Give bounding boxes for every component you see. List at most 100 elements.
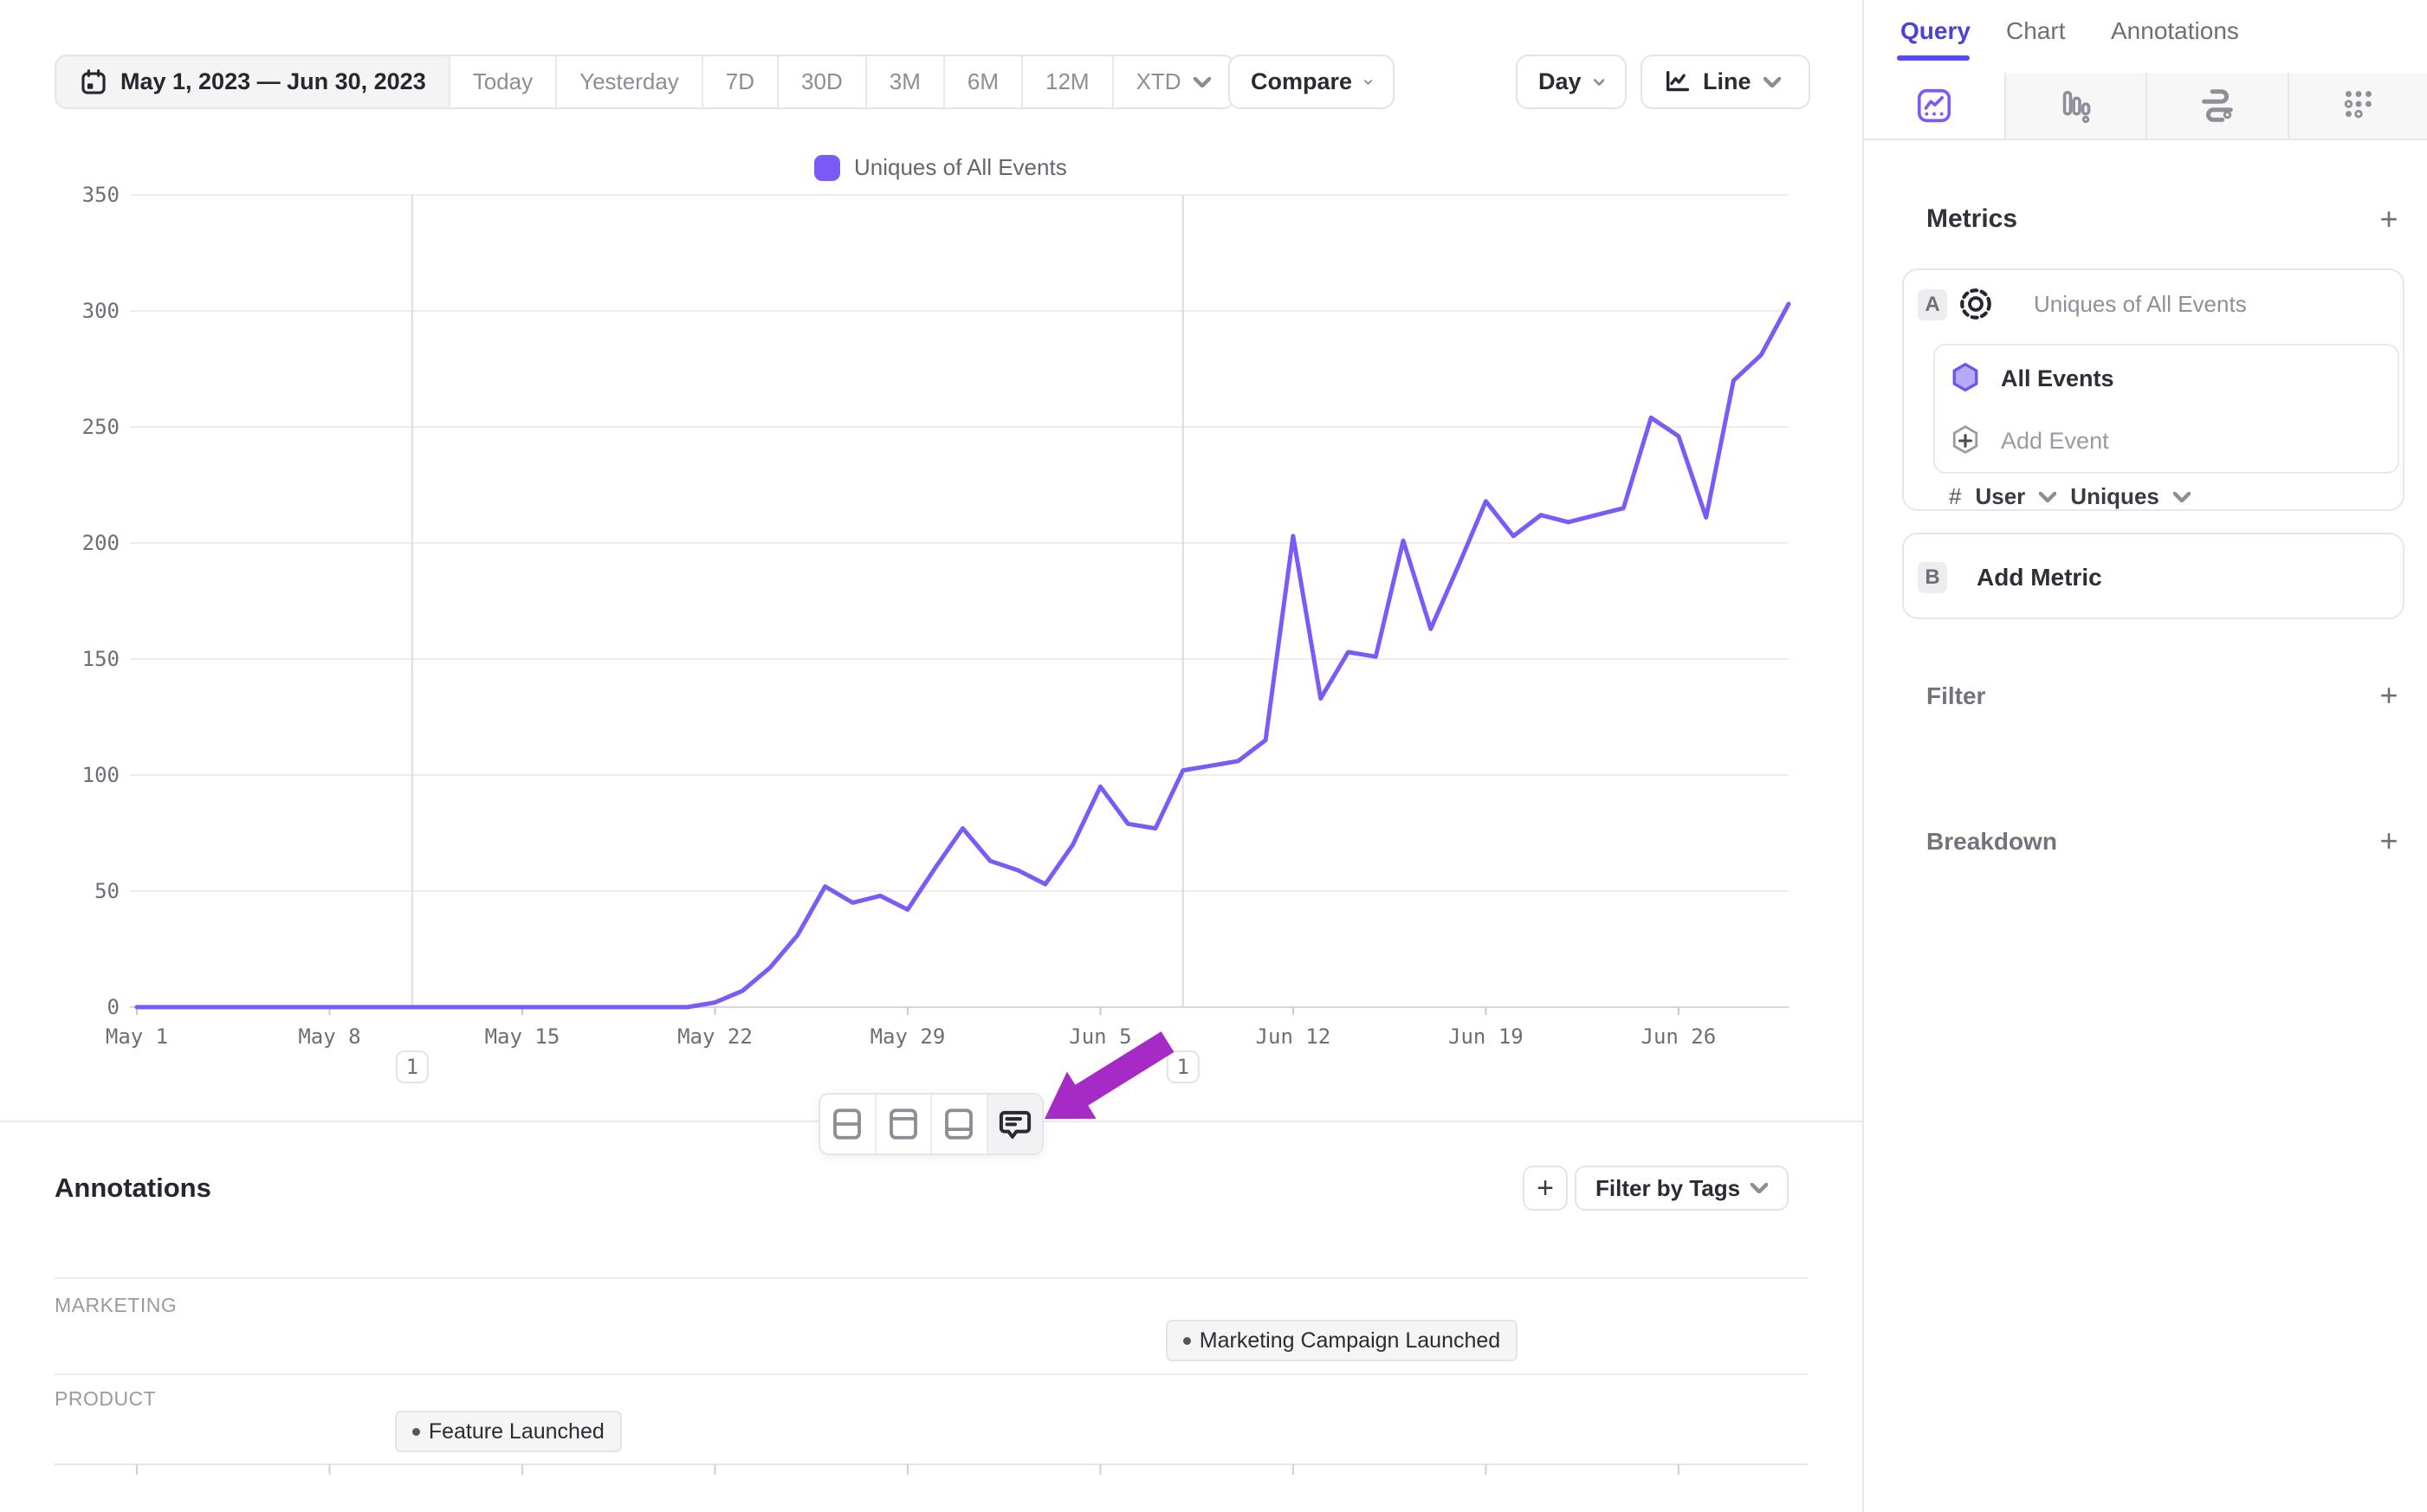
- date-range-control: May 1, 2023 — Jun 30, 2023 TodayYesterda…: [55, 55, 1235, 109]
- aggregation-dropdown[interactable]: Uniques: [2070, 483, 2159, 510]
- chart-legend[interactable]: Uniques of All Events: [814, 154, 1067, 181]
- svg-text:May 15: May 15: [485, 1024, 560, 1049]
- add-metric-label: Add Metric: [1977, 564, 2102, 591]
- event-list-card: All Events Add Event: [1933, 344, 2399, 474]
- metric-card-a[interactable]: A Uniques of All Events All Events: [1902, 268, 2404, 511]
- preset-yesterday[interactable]: Yesterday: [555, 56, 702, 107]
- legend-swatch: [814, 155, 840, 181]
- row-divider: [55, 1373, 1808, 1375]
- chevron-down-icon: [2039, 492, 2056, 502]
- chart-type-tab-scatter-chart[interactable]: [2288, 73, 2427, 139]
- insights-app: May 1, 2023 — Jun 30, 2023 TodayYesterda…: [0, 0, 2427, 1512]
- chevron-down-icon: [1751, 1183, 1768, 1193]
- annotation-dot: [1183, 1337, 1191, 1345]
- annotations-focus-icon: [941, 1106, 977, 1142]
- granularity-button[interactable]: Day: [1516, 55, 1627, 109]
- metrics-heading: Metrics: [1926, 204, 2017, 234]
- chevron-down-icon: [1594, 77, 1604, 87]
- preset-7d[interactable]: 7D: [702, 56, 777, 107]
- callout-arrow: [0, 0, 1862, 1512]
- calendar-icon: [79, 68, 108, 97]
- chart-type-tab-stacked-chart[interactable]: [2145, 73, 2288, 139]
- annotation-group-marketing: MARKETING: [55, 1294, 177, 1317]
- add-annotation-button[interactable]: +: [1523, 1166, 1568, 1211]
- count-symbol: #: [1949, 483, 1961, 510]
- line-chart-icon: [1663, 68, 1692, 97]
- breakdown-section-label: Breakdown: [1926, 828, 2057, 856]
- tab-query[interactable]: Query: [1900, 17, 1971, 45]
- svg-text:200: 200: [82, 531, 120, 555]
- svg-text:Jun 5: Jun 5: [1069, 1024, 1131, 1049]
- chevron-down-icon: [1764, 77, 1781, 87]
- metric-a-badge: A: [1918, 289, 1947, 320]
- metric-a-title: Uniques of All Events: [2034, 291, 2247, 318]
- preset-3m[interactable]: 3M: [865, 56, 943, 107]
- bar-chart-icon: [2055, 86, 2095, 126]
- series-line: [137, 304, 1789, 1007]
- preset-30d[interactable]: 30D: [777, 56, 865, 107]
- annotation-count-badge[interactable]: [1168, 1051, 1199, 1082]
- chevron-down-icon: [1194, 77, 1211, 87]
- annotations-focus-button[interactable]: [930, 1095, 987, 1153]
- split-view-icon: [829, 1106, 865, 1142]
- layout-toolbar: [819, 1093, 1044, 1155]
- legend-label: Uniques of All Events: [854, 154, 1067, 181]
- chart-focus-button[interactable]: [875, 1095, 931, 1153]
- add-filter-button[interactable]: +: [2372, 679, 2406, 714]
- chevron-down-icon: [1364, 77, 1372, 87]
- add-event-button[interactable]: Add Event: [1951, 422, 2109, 460]
- compare-button[interactable]: Compare: [1228, 55, 1395, 109]
- svg-text:May 22: May 22: [677, 1024, 753, 1049]
- event-hexagon-icon: [1951, 362, 1980, 395]
- annotation-dot: [412, 1428, 420, 1436]
- add-metric-plus-button[interactable]: +: [2372, 203, 2406, 237]
- tab-chart[interactable]: Chart: [2006, 17, 2065, 45]
- annotation-count-badge[interactable]: [397, 1051, 428, 1082]
- svg-text:350: 350: [82, 183, 120, 207]
- svg-text:150: 150: [82, 647, 120, 671]
- scatter-chart-icon: [2339, 86, 2378, 126]
- filter-section-label: Filter: [1926, 682, 1985, 710]
- annotation-group-product: PRODUCT: [55, 1387, 156, 1411]
- date-range-button[interactable]: May 1, 2023 — Jun 30, 2023: [56, 56, 449, 107]
- event-label: All Events: [2001, 365, 2114, 392]
- split-view-button[interactable]: [820, 1095, 875, 1153]
- annotation-pill[interactable]: Marketing Campaign Launched: [1166, 1320, 1518, 1361]
- tab-annotations[interactable]: Annotations: [2111, 17, 2239, 45]
- query-sidebar: Query Chart Annotations Metrics + A Uniq…: [1862, 0, 2427, 1512]
- compare-label: Compare: [1251, 68, 1352, 95]
- chart-panel: May 1, 2023 — Jun 30, 2023 TodayYesterda…: [0, 0, 1862, 1512]
- xtd-label: XTD: [1136, 68, 1181, 95]
- granularity-label: Day: [1538, 68, 1582, 95]
- svg-text:May 29: May 29: [870, 1024, 946, 1049]
- entity-dropdown[interactable]: User: [1975, 483, 2025, 510]
- add-event-label: Add Event: [2001, 428, 2109, 455]
- stacked-chart-icon: [2197, 86, 2237, 126]
- chart-type-tab-bar-chart[interactable]: [2004, 73, 2146, 139]
- annotations-mini-axis: [0, 0, 1862, 1512]
- preset-12m[interactable]: 12M: [1021, 56, 1112, 107]
- svg-text:50: 50: [94, 879, 120, 903]
- xtd-preset-button[interactable]: XTD: [1112, 56, 1233, 107]
- event-item-all-events[interactable]: All Events: [1951, 359, 2114, 397]
- svg-text:300: 300: [82, 299, 120, 323]
- filter-by-tags-label: Filter by Tags: [1595, 1175, 1740, 1202]
- preset-today[interactable]: Today: [449, 56, 555, 107]
- svg-text:1: 1: [1177, 1055, 1189, 1079]
- annotation-pill[interactable]: Feature Launched: [395, 1411, 622, 1452]
- svg-text:250: 250: [82, 415, 120, 439]
- svg-text:Jun 12: Jun 12: [1256, 1024, 1331, 1049]
- comments-button[interactable]: [987, 1095, 1043, 1153]
- chart-type-tab-line-chart[interactable]: [1864, 73, 2004, 139]
- metric-card-b[interactable]: B Add Metric: [1902, 533, 2404, 619]
- annotations-header: Annotations + Filter by Tags: [0, 1160, 1862, 1230]
- add-breakdown-button[interactable]: +: [2372, 824, 2406, 859]
- annotations-title: Annotations: [55, 1173, 211, 1204]
- filter-by-tags-button[interactable]: Filter by Tags: [1575, 1166, 1789, 1211]
- active-tab-underline: [1897, 55, 1970, 61]
- svg-text:1: 1: [406, 1055, 418, 1079]
- preset-6m[interactable]: 6M: [943, 56, 1021, 107]
- aggregation-row: # User Uniques: [1949, 483, 2191, 510]
- chart-type-button[interactable]: Line: [1641, 55, 1810, 109]
- metric-b-badge: B: [1918, 562, 1947, 593]
